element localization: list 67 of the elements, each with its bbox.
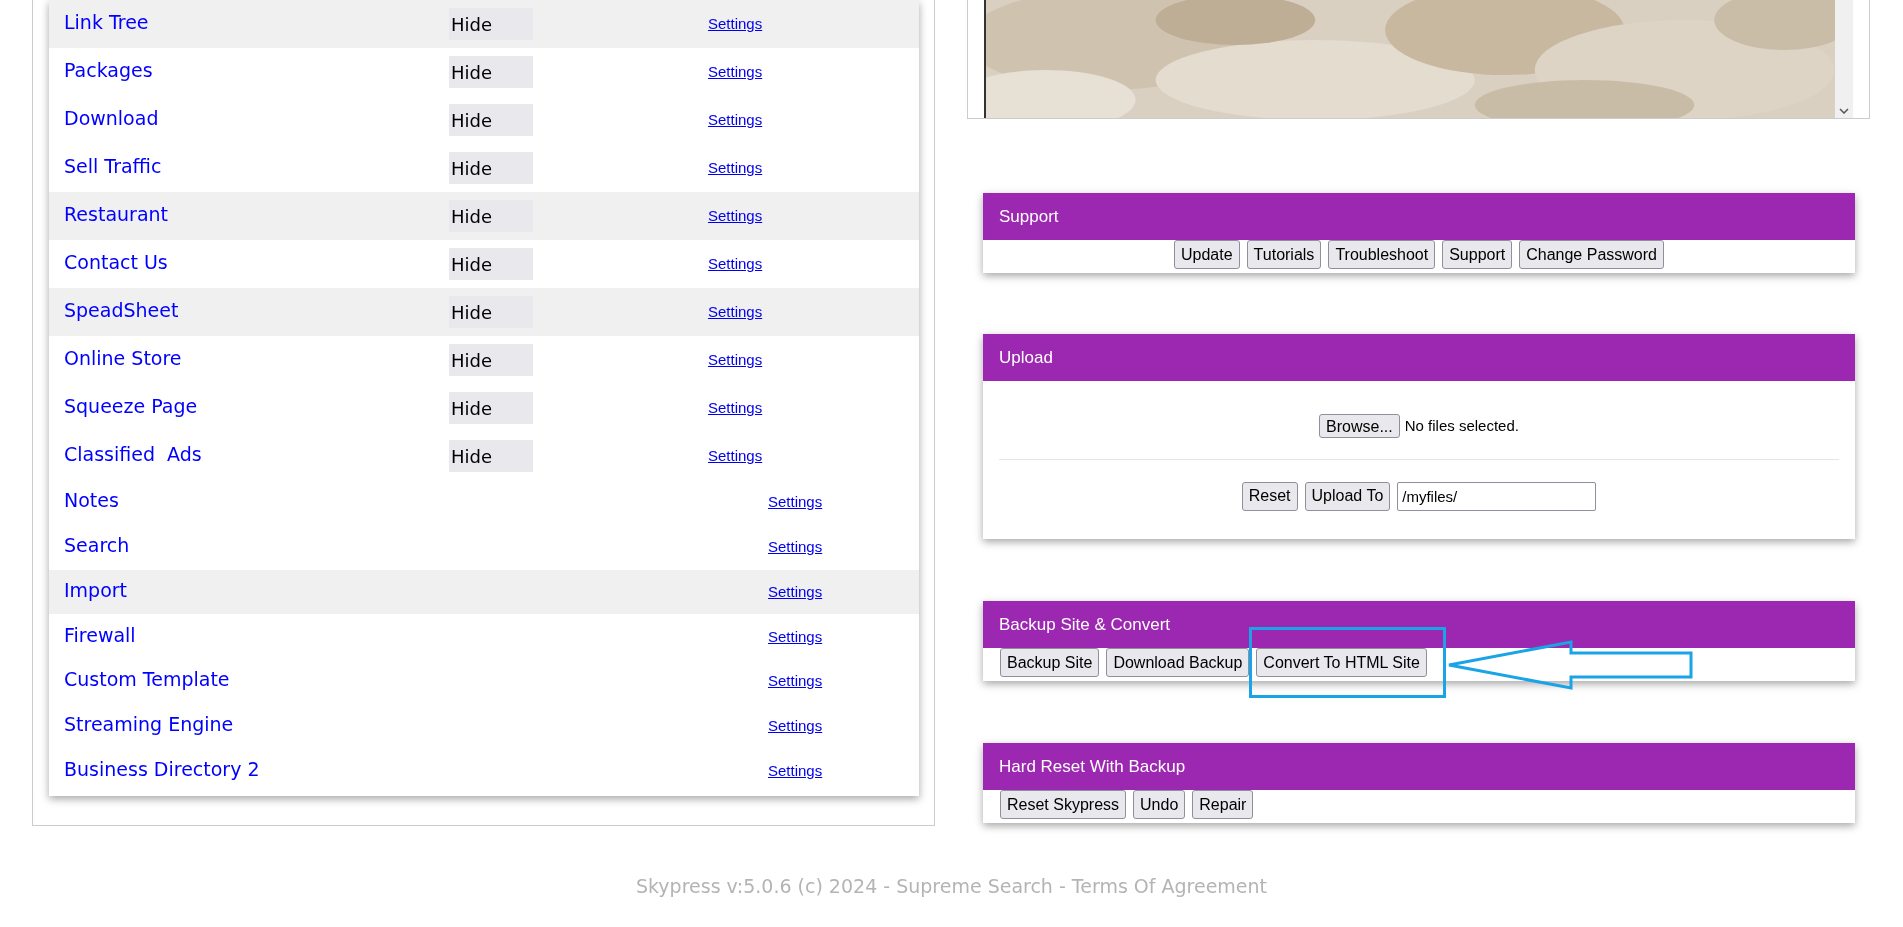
file-status-text: No files selected. — [1404, 415, 1519, 436]
hide-button[interactable]: Hide — [449, 56, 533, 88]
hide-button[interactable]: Hide — [449, 440, 533, 472]
settings-link[interactable]: Settings — [708, 12, 763, 36]
reset-button[interactable]: Reset — [1241, 481, 1298, 511]
module-link[interactable]: Link Tree — [64, 7, 449, 37]
action-button[interactable]: Change Password — [1519, 240, 1664, 269]
action-button[interactable]: Reset Skypress — [1000, 790, 1127, 819]
settings-link[interactable]: Settings — [768, 670, 823, 693]
hide-button[interactable]: Hide — [449, 104, 533, 136]
settings-link[interactable]: Settings — [708, 204, 763, 228]
action-button[interactable]: Repair — [1192, 790, 1254, 819]
module-link[interactable]: Business Directory 2 — [64, 754, 449, 784]
chevron-down-icon[interactable] — [1839, 108, 1849, 114]
panel-title: Hard Reset With Backup — [999, 755, 1186, 778]
settings-link[interactable]: Settings — [708, 108, 763, 132]
settings-link[interactable]: Settings — [708, 300, 763, 324]
module-link[interactable]: Firewall — [64, 620, 449, 650]
settings-link[interactable]: Settings — [768, 491, 823, 514]
module-link[interactable]: Restaurant — [64, 199, 449, 229]
scrollbar[interactable] — [1835, 0, 1853, 118]
action-button[interactable]: Download Backup — [1106, 648, 1250, 677]
settings-link[interactable]: Settings — [768, 759, 823, 783]
module-link[interactable]: Search — [64, 530, 449, 560]
path-input-field[interactable]: /myfiles/ — [1397, 481, 1597, 511]
action-button[interactable]: Support — [1442, 240, 1513, 269]
hide-button[interactable]: Hide — [449, 344, 533, 376]
action-button[interactable]: Update — [1174, 240, 1240, 269]
settings-link[interactable]: Settings — [708, 396, 763, 420]
hide-button[interactable]: Hide — [449, 392, 533, 424]
panel-title: Backup Site & Convert — [999, 613, 1171, 636]
action-button[interactable]: Convert To HTML Site — [1256, 648, 1427, 677]
module-link[interactable]: Contact Us — [64, 247, 449, 277]
hide-button[interactable]: Hide — [449, 296, 533, 328]
module-link[interactable]: SpeadSheet — [64, 295, 449, 325]
module-link[interactable]: Classified Ads — [64, 439, 449, 469]
module-link[interactable]: Squeeze Page — [64, 391, 449, 421]
module-link[interactable]: Streaming Engine — [64, 710, 449, 739]
hide-button[interactable]: Hide — [449, 200, 533, 232]
settings-link[interactable]: Settings — [708, 444, 763, 468]
hide-button[interactable]: Hide — [449, 152, 533, 184]
settings-link[interactable]: Settings — [708, 60, 763, 84]
module-link[interactable]: Notes — [64, 486, 449, 515]
action-button[interactable]: Undo — [1133, 790, 1186, 819]
settings-link[interactable]: Settings — [768, 715, 823, 738]
settings-link[interactable]: Settings — [768, 580, 823, 604]
panel-title: Upload — [999, 346, 1053, 369]
footer-text: Skypress v:5.0.6 (c) 2024 - Supreme Search - Terms Of Agreement — [635, 874, 1268, 899]
panel-title: Support — [999, 205, 1059, 228]
module-link[interactable]: Download — [64, 103, 449, 133]
module-link[interactable]: Sell Traffic — [64, 151, 449, 181]
settings-link[interactable]: Settings — [708, 156, 763, 180]
settings-link[interactable]: Settings — [708, 252, 763, 276]
settings-link[interactable]: Settings — [768, 625, 823, 649]
action-button[interactable]: Backup Site — [1000, 648, 1100, 677]
action-button[interactable]: Troubleshoot — [1328, 240, 1436, 269]
module-link[interactable]: Packages — [64, 55, 449, 85]
hide-button[interactable]: Hide — [449, 248, 533, 280]
module-link[interactable]: Import — [64, 575, 449, 605]
upload-button[interactable]: Upload To — [1304, 481, 1391, 511]
settings-link[interactable]: Settings — [768, 535, 823, 559]
browse-button[interactable]: Browse... — [1319, 414, 1400, 438]
action-button[interactable]: Tutorials — [1246, 240, 1322, 269]
settings-link[interactable]: Settings — [708, 348, 763, 372]
hide-button[interactable]: Hide — [449, 8, 533, 40]
module-link[interactable]: Custom Template — [64, 665, 449, 694]
module-link[interactable]: Online Store — [64, 343, 449, 373]
